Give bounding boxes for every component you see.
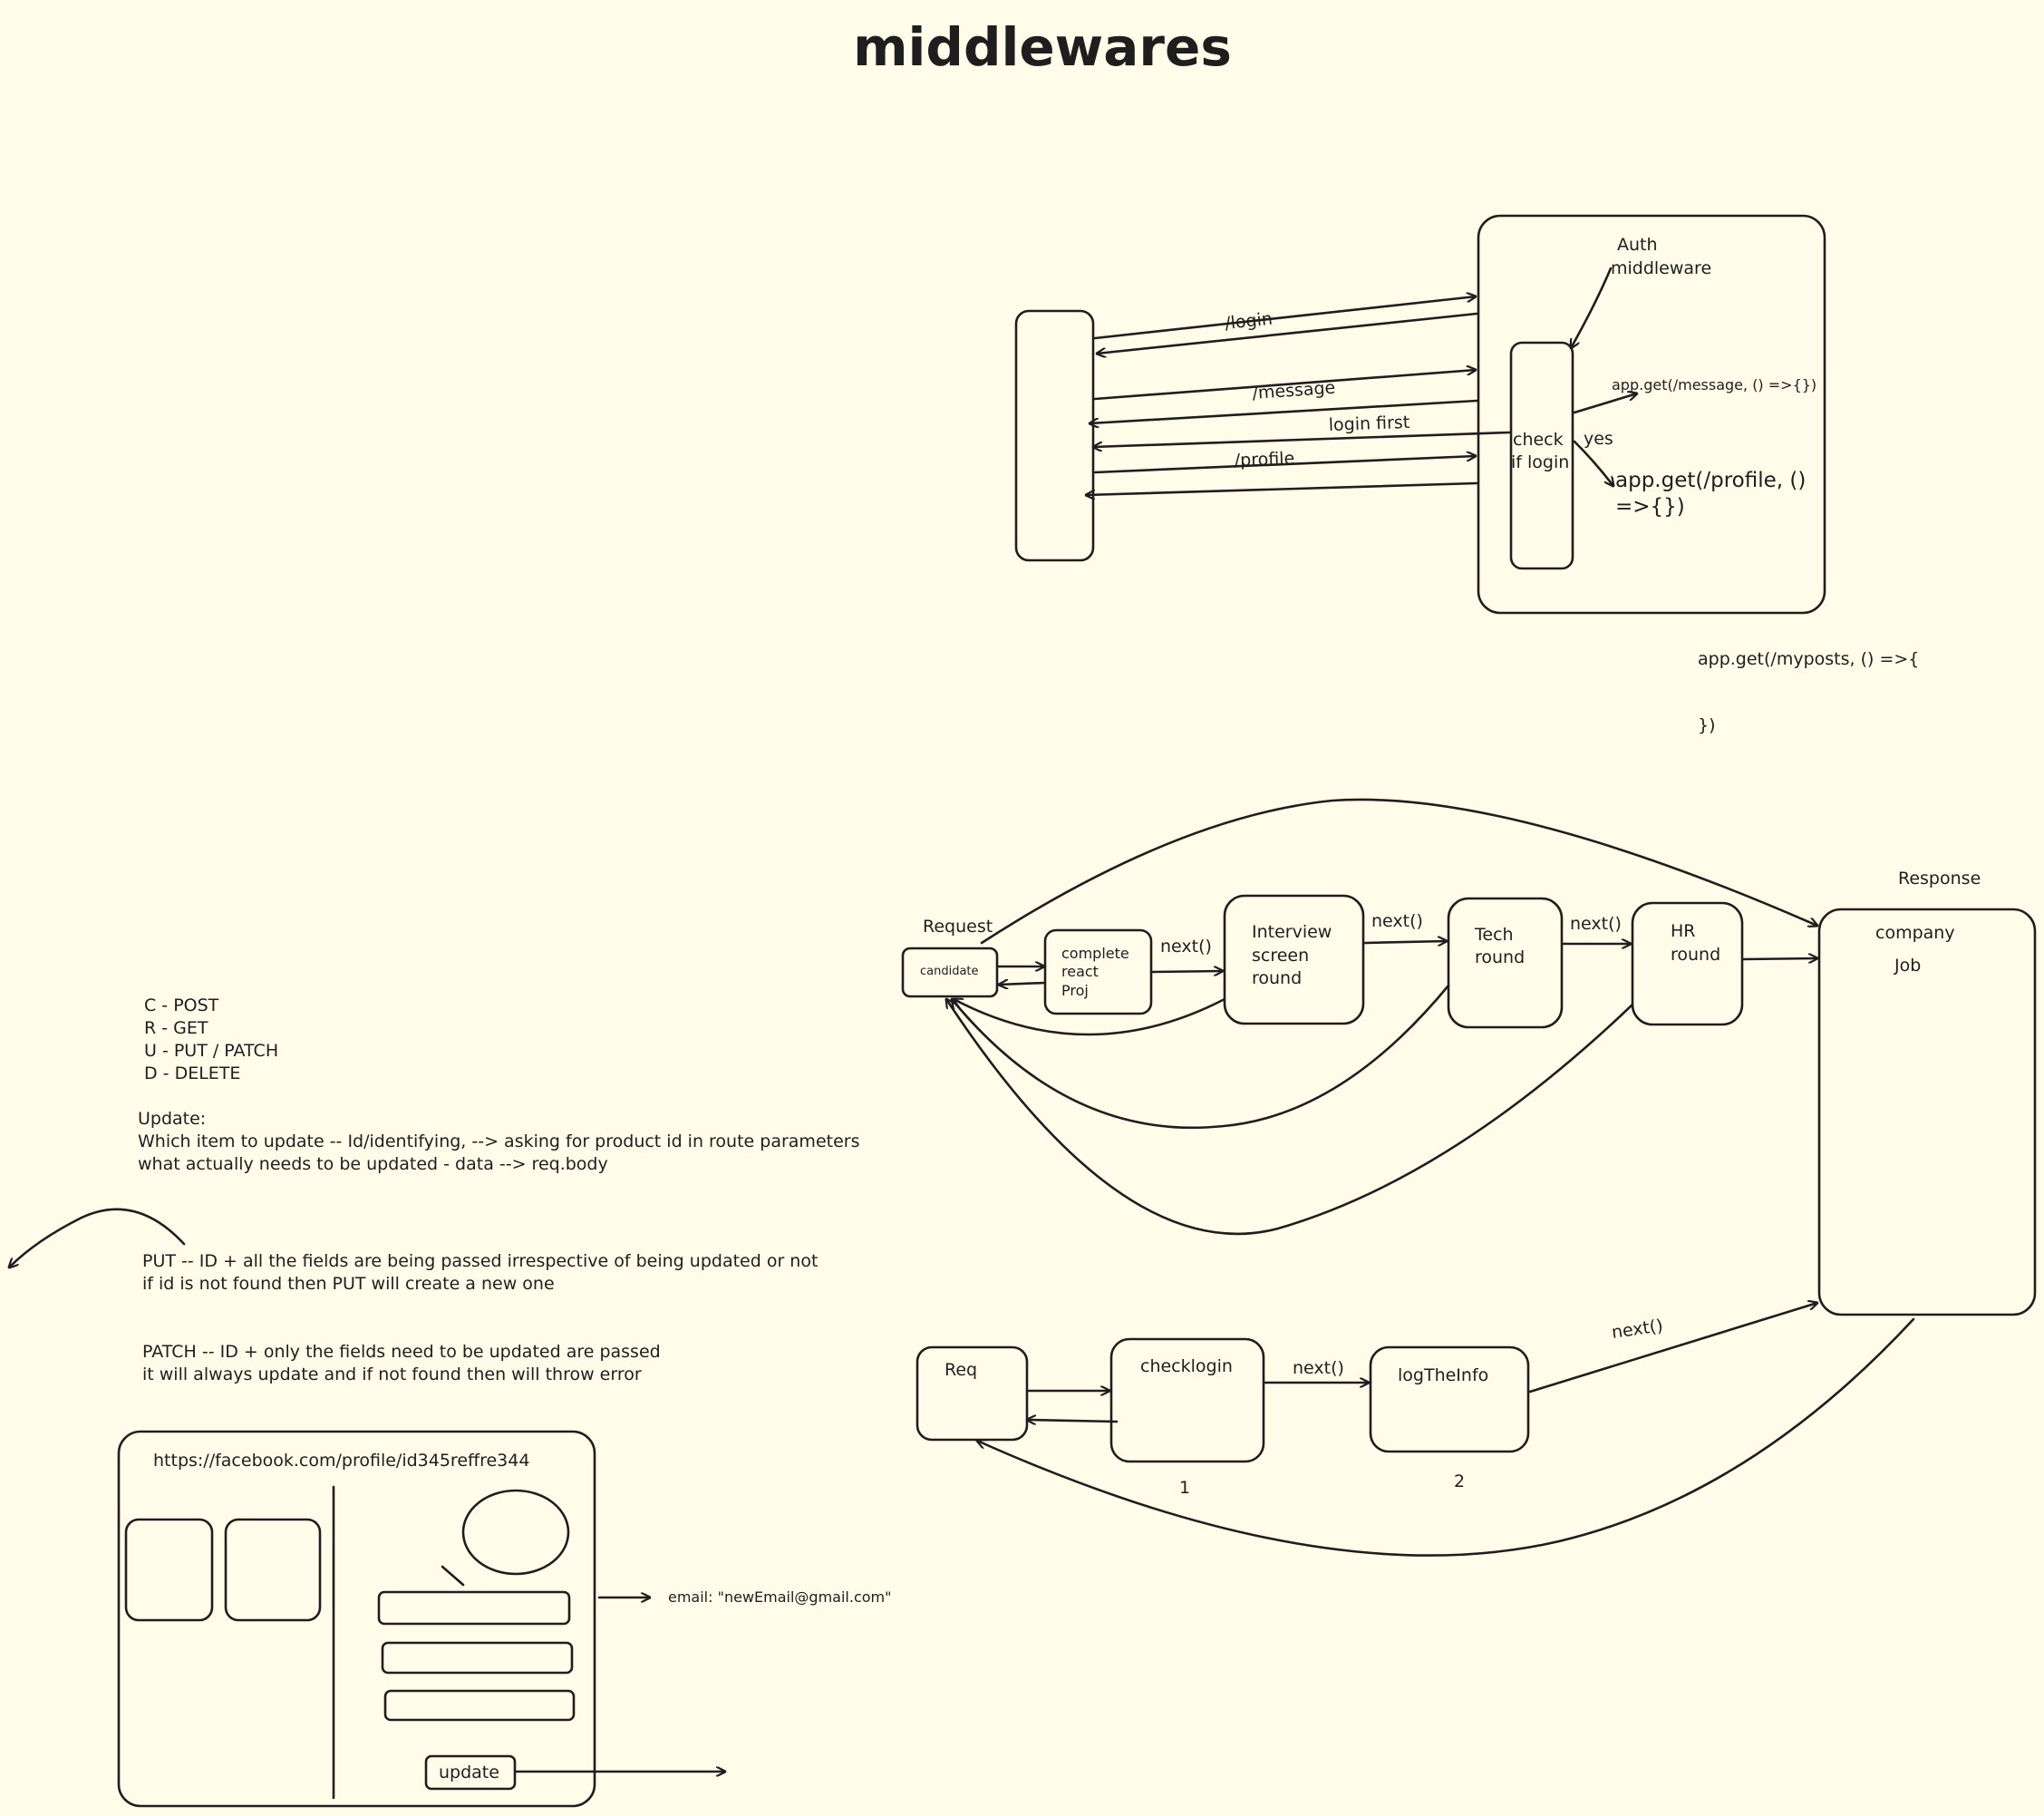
profile-handler-code: app.get(/profile, () =>{}): [1615, 469, 1813, 519]
route-message-label: /message: [1252, 378, 1336, 403]
message-handler-code: app.get(/message, () =>{}): [1612, 376, 1816, 393]
request-label: Request: [923, 917, 993, 937]
email-payload: email: "newEmail@gmail.com": [668, 1588, 891, 1606]
arrow-to-message-handler: [1573, 393, 1637, 414]
arrow-message-response: [1088, 399, 1478, 423]
profile-mockup: https://facebook.com/profile/id345reffre…: [117, 1430, 891, 1808]
response-label: Response: [1898, 869, 1981, 889]
arrow-checklogin-to-req: [1025, 1420, 1119, 1422]
page-title: middlewares: [853, 16, 1232, 78]
tech-label: Tech round: [1474, 925, 1525, 967]
login-first-label: login first: [1328, 413, 1409, 435]
step-number-1: 1: [1179, 1478, 1190, 1498]
browser-window: [117, 1430, 596, 1808]
auth-diagram: Auth middleware check if login /login /m…: [1014, 214, 1924, 735]
sidebar-tile-1: [124, 1518, 214, 1622]
arrow-login-request: [1093, 296, 1476, 340]
candidate-label: candidate: [920, 965, 979, 978]
profile-field-1: [377, 1590, 571, 1626]
profile-field-2: [381, 1641, 574, 1675]
next-label-4: next(): [1293, 1358, 1344, 1378]
patch-notes: PATCH -- ID + only the fields need to be…: [142, 1342, 666, 1384]
arrow-response-back-to-req: [977, 1317, 1915, 1557]
project-label: complete react Proj: [1061, 945, 1134, 999]
arrow-login-first: [1091, 431, 1511, 447]
logtheinfo-box: [1369, 1345, 1530, 1453]
req-label: Req: [945, 1360, 977, 1380]
arrow-project-to-interview: [1151, 971, 1225, 972]
crud-list: C - POST R - GET U - PUT / PATCH D - DEL…: [144, 995, 284, 1083]
route-profile-label: /profile: [1234, 449, 1294, 471]
client-box: [1014, 309, 1095, 562]
arrow-hr-reject: [946, 999, 1634, 1236]
hiring-flow-diagram: Request Response candidate complete reac…: [901, 798, 2037, 1316]
put-notes: PUT -- ID + all the fields are being pas…: [142, 1251, 823, 1294]
next-label-5: next(): [1611, 1316, 1664, 1343]
check-login-label: check if login: [1511, 430, 1569, 472]
profile-field-3: [383, 1689, 576, 1722]
yes-label: yes: [1584, 429, 1613, 449]
step-number-2: 2: [1454, 1471, 1465, 1491]
checklogin-label: checklogin: [1140, 1356, 1233, 1376]
auth-middleware-label: Auth middleware: [1611, 235, 1711, 278]
route-login-label: /login: [1224, 309, 1274, 334]
myposts-code: app.get(/myposts, () =>{ }): [1698, 649, 1924, 735]
arrow-interview-reject: [954, 999, 1226, 1036]
hr-label: HR round: [1671, 921, 1720, 965]
next-label-1: next(): [1160, 937, 1212, 957]
arrow-login-response: [1097, 312, 1478, 354]
interview-label: Interview screen round: [1252, 922, 1337, 988]
next-label-3: next(): [1570, 914, 1622, 934]
arrow-logtheinfo-to-company: [1528, 1303, 1817, 1394]
arrow-interview-to-tech: [1363, 941, 1448, 943]
arrow-project-to-candidate: [997, 983, 1047, 985]
next-label-2: next(): [1371, 911, 1423, 931]
whiteboard-canvas: middlewares Auth middleware check if log…: [0, 16, 2037, 1808]
browser-url: https://facebook.com/profile/id345reffre…: [153, 1451, 529, 1471]
company-box: [1817, 908, 2037, 1316]
logtheinfo-label: logTheInfo: [1398, 1365, 1488, 1385]
auth-pointer-arrow: [1571, 267, 1613, 348]
update-button-label: update: [439, 1763, 499, 1782]
company-label: company Job: [1875, 923, 1961, 976]
arrow-hr-to-company: [1742, 958, 1819, 959]
middleware-chain-diagram: Req checklogin logTheInfo 1 2 next() nex…: [915, 1303, 1915, 1557]
arrow-profile-response: [1084, 481, 1478, 495]
sidebar-tile-2: [224, 1518, 322, 1622]
profile-avatar: [461, 1489, 570, 1576]
update-notes: Update: Which item to update -- Id/ident…: [138, 1109, 866, 1174]
crud-notes: C - POST R - GET U - PUT / PATCH D - DEL…: [9, 995, 866, 1384]
avatar-mark: [441, 1565, 465, 1587]
